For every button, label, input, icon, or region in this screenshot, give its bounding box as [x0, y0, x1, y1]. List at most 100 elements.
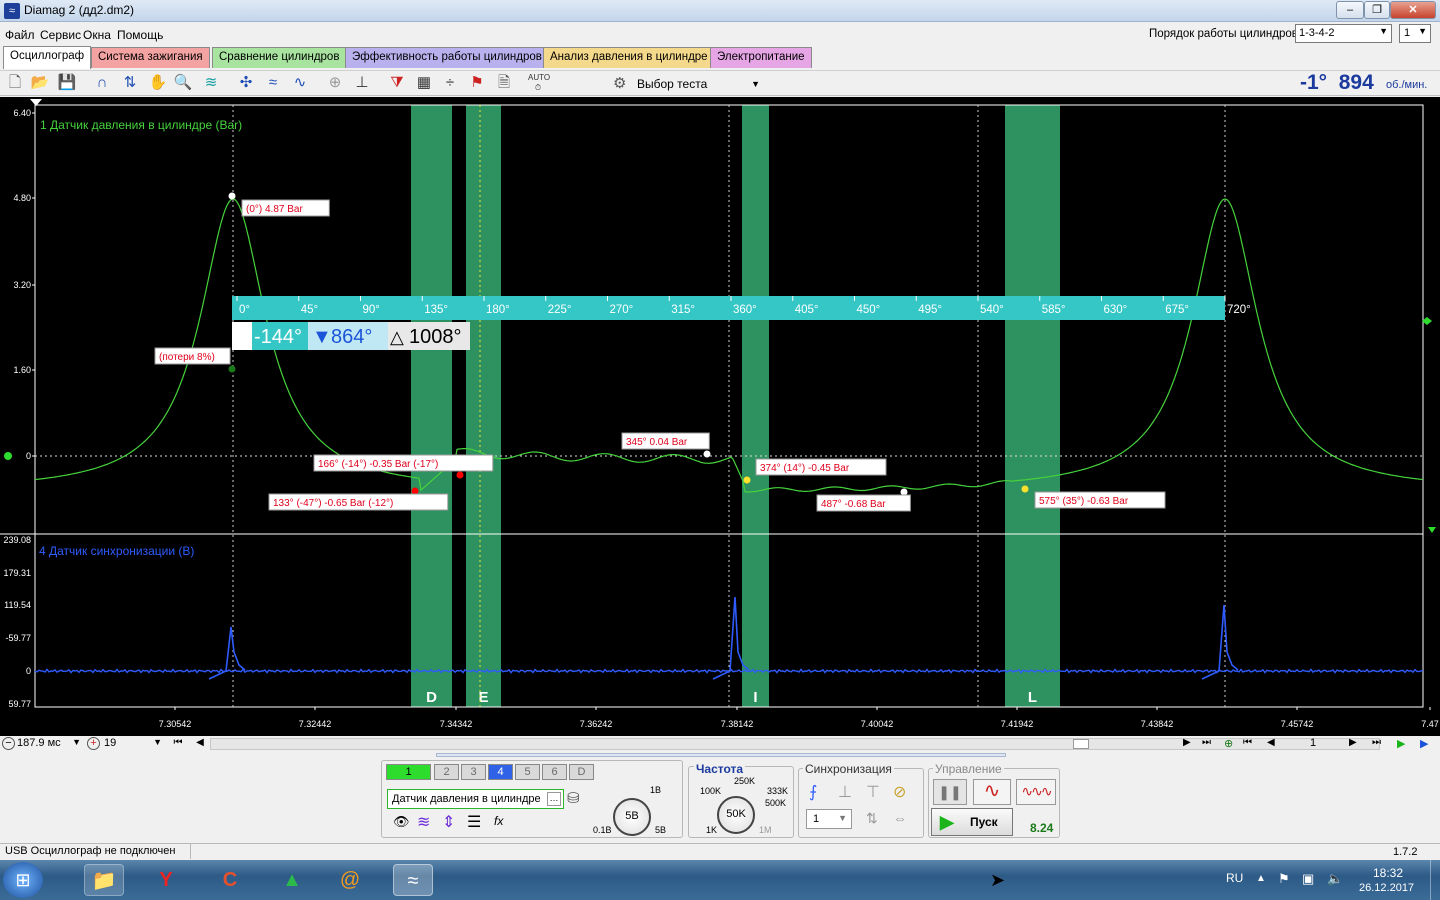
flag-icon[interactable]: ⚑ — [1278, 871, 1290, 887]
channel-button-2[interactable]: 2 — [434, 764, 459, 780]
marker-flag-icon[interactable]: ⚑ — [467, 73, 487, 93]
pause-icon[interactable]: ❚❚ — [933, 779, 967, 805]
annotation-label: 166° (-14°) -0.35 Bar (-17°) — [318, 459, 438, 470]
first-page-icon[interactable]: ⏮ — [171, 737, 185, 750]
last-page-icon[interactable]: ⏭ — [1202, 737, 1211, 748]
menu-windows[interactable]: Окна — [83, 28, 111, 42]
app-triangle-icon[interactable]: ▲ — [272, 864, 312, 896]
minimize-button[interactable]: – — [1336, 1, 1364, 19]
ellipsis-icon[interactable]: … — [547, 792, 561, 806]
page-first-icon[interactable]: ⏮ — [1243, 737, 1252, 748]
test-select[interactable]: ⚙ Выбор теста ▼ — [608, 72, 766, 94]
zero-offset-icon[interactable]: ⊥ — [352, 73, 372, 93]
play-blue-icon[interactable]: ▶ — [1420, 737, 1428, 750]
lines-icon[interactable]: ☰ — [467, 812, 481, 832]
hand-pan-icon[interactable]: ✋ — [148, 73, 168, 93]
function-icon[interactable]: fx — [494, 814, 503, 828]
timebase-select[interactable]: 187.9 мс ▼ — [17, 737, 83, 751]
page-prev-icon[interactable]: ◀ — [1267, 737, 1275, 748]
network-icon[interactable]: ▣ — [1302, 871, 1314, 887]
volume-icon[interactable]: 🔈 — [1327, 871, 1343, 887]
channel-button-5[interactable]: 5 — [515, 764, 540, 780]
sync-channel-select[interactable]: 1 ▼ — [806, 809, 852, 829]
start-button[interactable]: ▶ Пуск — [931, 808, 1013, 836]
zoom-in-icon[interactable]: + — [87, 737, 100, 750]
sync-disable-icon[interactable]: ⊘ — [893, 782, 906, 802]
mail-agent-icon[interactable]: @ — [330, 864, 370, 896]
menu-service[interactable]: Сервис — [40, 28, 81, 42]
sync-shift-icon[interactable]: ⇅ — [866, 810, 878, 827]
diamag-task-icon[interactable]: ≈ — [393, 864, 433, 896]
channel-button-6[interactable]: 6 — [542, 764, 567, 780]
menu-help[interactable]: Помощь — [117, 28, 163, 42]
panel-splitter[interactable] — [436, 753, 1006, 757]
tab-ignition[interactable]: Система зажигания — [91, 47, 210, 68]
rising-edge-icon[interactable]: ⨍ — [809, 782, 817, 802]
sync-arrows-icon[interactable]: ⇔ — [893, 810, 907, 826]
document-icon[interactable]: 🗎 — [494, 73, 514, 93]
ccleaner-icon[interactable]: C — [210, 864, 250, 896]
cursor-measure-icon[interactable]: ⇅ — [120, 73, 140, 93]
tab-power-supply[interactable]: Электропитание — [710, 47, 812, 68]
zoom-select[interactable]: 19 ▼ — [104, 737, 164, 751]
continuous-wave-icon[interactable]: ∿∿∿ — [1016, 779, 1056, 805]
vertical-scale-icon[interactable]: ⇕ — [442, 812, 455, 832]
explorer-icon[interactable]: 📁 — [84, 864, 124, 896]
range-knob[interactable]: 5В — [613, 798, 651, 836]
rpm-unit: об./мин. — [1386, 79, 1428, 91]
yandex-browser-icon[interactable]: Y — [146, 864, 186, 896]
show-desktop-button[interactable] — [1430, 860, 1440, 900]
degree-tick-label: 585° — [1042, 304, 1066, 316]
auto-scale-icon[interactable]: ⊕ — [325, 73, 345, 93]
zone-label-i: I — [753, 689, 757, 706]
filter-funnel-icon[interactable]: ⧩ — [387, 73, 407, 93]
page-next-icon[interactable]: ▶ — [1349, 737, 1357, 748]
zoom-icon[interactable]: 🔍 — [173, 73, 193, 93]
tab-cylinder-efficiency[interactable]: Эффективность работы цилиндров — [345, 47, 549, 68]
channel-button-d[interactable]: D — [569, 764, 594, 780]
sensor-select[interactable]: Датчик давления в цилиндре … — [387, 789, 564, 809]
waveform-compare-icon[interactable]: ∿ — [290, 73, 310, 93]
close-button[interactable]: ✕ — [1390, 1, 1436, 19]
chevron-down-icon: ▼ — [72, 737, 81, 747]
start-orb-icon[interactable]: ⊞ — [3, 862, 43, 898]
single-wave-icon[interactable]: ∿ — [973, 779, 1011, 805]
page-number: 1 — [1310, 737, 1317, 749]
eye-icon[interactable]: 👁 — [393, 814, 410, 830]
sensor-config-icon[interactable]: ⛁ — [567, 789, 580, 807]
page-last-icon[interactable]: ⏭ — [1372, 737, 1381, 748]
play-icon[interactable]: ▶ — [1397, 737, 1405, 750]
crosshair-icon[interactable]: ✣ — [236, 73, 256, 93]
add-page-icon[interactable]: ⊕ — [1224, 737, 1233, 750]
auto-timer-icon[interactable]: AUTO ⏱ — [528, 73, 550, 93]
waveform-icon[interactable]: ≋ — [417, 812, 430, 832]
frequency-knob[interactable]: 50K — [717, 796, 755, 834]
trigger-icon[interactable]: ∩ — [92, 73, 112, 93]
waveform-overlay-icon[interactable]: ≈ — [263, 73, 283, 93]
level-trigger-icon[interactable]: ⊤ — [866, 782, 880, 802]
next-icon[interactable]: ▶ — [1183, 737, 1191, 748]
channel-button-3[interactable]: 3 — [461, 764, 486, 780]
language-indicator[interactable]: RU — [1226, 871, 1243, 885]
maximize-button[interactable]: ❐ — [1364, 1, 1390, 19]
cylinder-number-select[interactable]: 1 ▼ — [1399, 24, 1431, 43]
open-folder-icon[interactable]: 📂 — [30, 73, 50, 93]
cylinder-order-select[interactable]: 1-3-4-2 ▼ — [1295, 24, 1392, 43]
zoom-out-icon[interactable]: − — [2, 737, 15, 750]
oscilloscope-plot[interactable]: D E I L 6.40 4.80 3.20 1.60 0 239.08 179.31 119.54-… — [0, 97, 1440, 736]
tab-oscilloscope[interactable]: Осциллограф — [3, 46, 92, 69]
tray-expand-icon[interactable]: ▲ — [1256, 873, 1266, 884]
tab-cylinder-compare[interactable]: Сравнение цилиндров — [212, 47, 347, 68]
channel-button-4[interactable]: 4 — [488, 764, 513, 780]
new-file-icon[interactable]: 🗋 — [5, 73, 25, 93]
menu-file[interactable]: Файл — [5, 28, 35, 42]
scrollbar-thumb[interactable] — [1073, 739, 1089, 749]
grid-table-icon[interactable]: ▦ — [414, 73, 434, 93]
save-icon[interactable]: 💾 — [57, 73, 77, 93]
falling-edge-icon[interactable]: ⊥ — [838, 782, 852, 802]
tab-pressure-analysis[interactable]: Анализ давления в цилиндре — [543, 47, 715, 68]
signal-filter-icon[interactable]: ≋ — [201, 73, 221, 93]
prev-icon[interactable]: ◀ — [193, 737, 207, 750]
channel-button-1[interactable]: 1 — [386, 764, 431, 780]
split-icon[interactable]: ÷ — [440, 73, 460, 93]
